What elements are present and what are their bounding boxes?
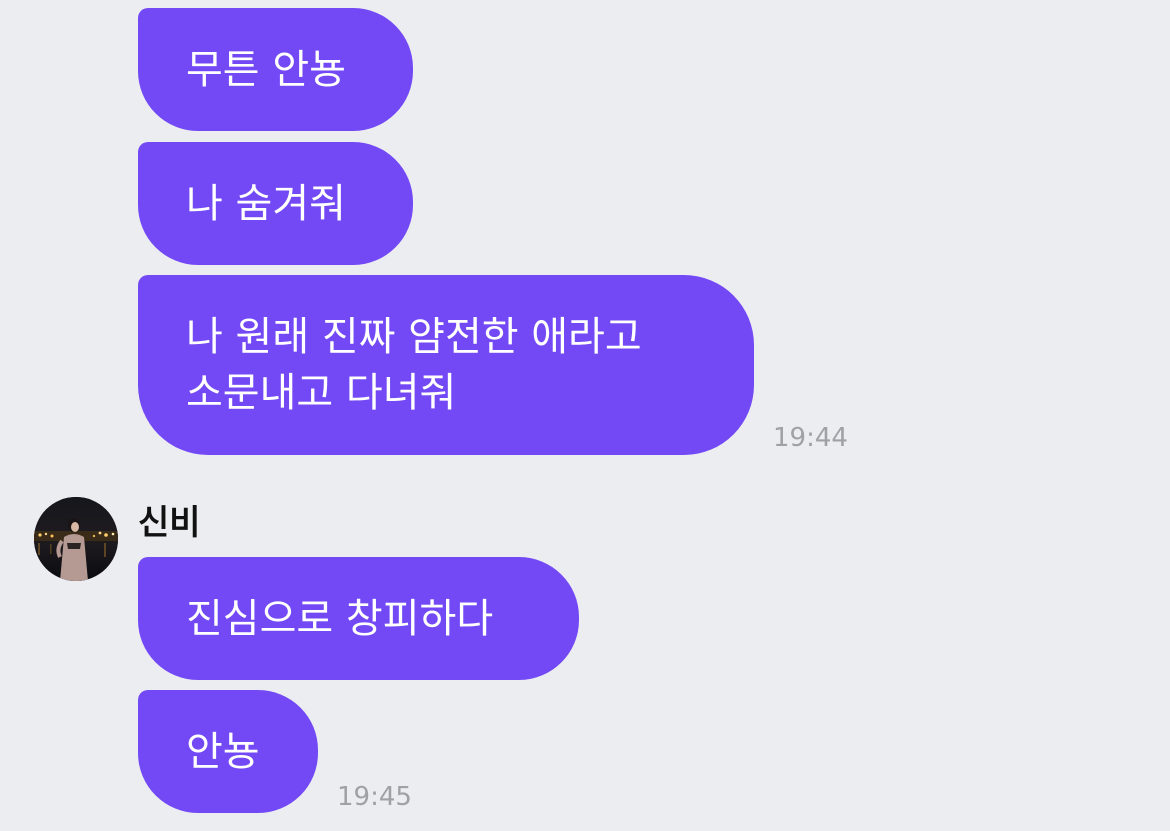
message-text: 나 숨겨줘 [186,180,346,227]
message-text: 안뇽 [186,728,260,775]
message-bubble[interactable]: 나 숨겨줘 [138,142,413,265]
message-timestamp: 19:44 [773,423,848,453]
sender-name: 신비 [138,503,201,543]
message-bubble[interactable]: 나 원래 진짜 얌전한 애라고 소문내고 다녀줘 [138,275,754,455]
message-timestamp: 19:45 [337,782,412,812]
message-bubble[interactable]: 안뇽 [138,690,318,813]
sender-avatar[interactable] [34,497,118,581]
message-text-line: 소문내고 다녀줘 [186,370,457,416]
profile-photo-icon [34,497,118,581]
message-text: 무튼 안뇽 [186,46,346,93]
message-bubble[interactable]: 무튼 안뇽 [138,8,413,131]
message-text-line: 나 원래 진짜 얌전한 애라고 [186,314,642,360]
message-text: 진심으로 창피하다 [186,595,494,642]
message-bubble[interactable]: 진심으로 창피하다 [138,557,579,680]
